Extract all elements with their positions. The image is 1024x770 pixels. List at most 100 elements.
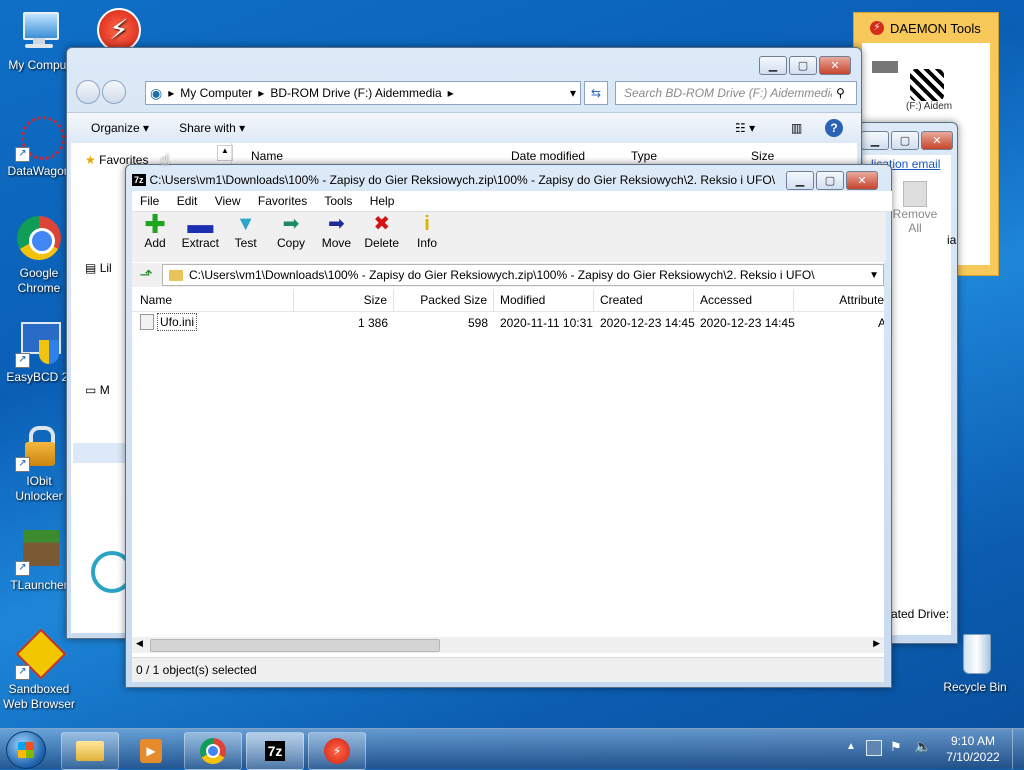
file-list-header: Name Size Packed Size Modified Created A… — [132, 289, 884, 312]
column-header-name[interactable]: Name — [251, 149, 283, 163]
breadcrumb-drive[interactable]: BD-ROM Drive (F:) Aidemmedia — [270, 86, 441, 100]
delete-button[interactable]: ✖ Delete — [361, 212, 403, 250]
column-header-size[interactable]: Size — [751, 149, 774, 163]
scroll-left-icon[interactable]: ◀ — [136, 638, 143, 649]
menu-edit[interactable]: Edit — [177, 194, 198, 208]
minimize-button[interactable]: ▁ — [786, 171, 814, 190]
address-dropdown-icon[interactable]: ▾ — [570, 86, 576, 100]
desktop-icon-label: TLauncher — [10, 578, 68, 592]
maximize-button[interactable]: ▢ — [816, 171, 844, 190]
add-button[interactable]: ✚ Add — [134, 211, 176, 250]
taskbar-media-player-button[interactable]: ▶ — [122, 732, 180, 770]
nav-libraries[interactable]: ▤ Lil — [85, 261, 112, 275]
share-with-button[interactable]: Share with ▾ — [179, 121, 245, 135]
column-header-type[interactable]: Type — [631, 149, 657, 163]
close-button[interactable]: ✕ — [846, 171, 878, 190]
close-button[interactable]: ✕ — [921, 131, 953, 150]
help-icon[interactable]: ? — [825, 119, 843, 137]
nav-computer[interactable]: ▭ M — [85, 383, 110, 397]
menu-favorites[interactable]: Favorites — [258, 194, 307, 208]
desktop-icon-easybcd[interactable]: ↗ EasyBCD 2. — [2, 320, 76, 385]
extract-button[interactable]: ▬ Extract — [179, 211, 221, 250]
view-options-icon[interactable]: ☷ ▾ — [735, 121, 755, 135]
desktop-icon-iobit-unlocker[interactable]: ↗ IObit Unlocker — [2, 424, 76, 504]
menu-tools[interactable]: Tools — [324, 194, 352, 208]
table-row[interactable]: Ufo.ini 1 386 598 2020-11-11 10:31 2020-… — [132, 313, 884, 333]
info-button[interactable]: i Info — [406, 212, 448, 250]
back-button[interactable] — [76, 80, 100, 104]
desktop-icon-my-computer[interactable]: My Comput — [2, 8, 76, 73]
column-header-attributes[interactable]: Attribute — [794, 289, 884, 311]
shortcut-arrow-icon: ↗ — [15, 665, 30, 680]
mounted-image-icon[interactable] — [910, 69, 944, 101]
scroll-right-icon[interactable]: ▶ — [873, 638, 880, 649]
show-desktop-button[interactable] — [1012, 729, 1024, 769]
up-folder-button[interactable]: ⬏ — [136, 265, 156, 285]
close-button[interactable]: ✕ — [819, 56, 851, 75]
menu-view[interactable]: View — [215, 194, 241, 208]
nav-scroll-up[interactable]: ▲ — [217, 145, 233, 161]
action-center-icon[interactable]: ⚑ — [890, 739, 902, 755]
scrollbar-thumb[interactable] — [150, 639, 440, 652]
virtual-drive-icon[interactable] — [872, 61, 898, 73]
shortcut-arrow-icon: ↗ — [15, 457, 30, 472]
partial-text: ia — [947, 233, 957, 247]
move-button[interactable]: ➡ Move — [315, 212, 357, 250]
search-input[interactable]: Search BD-ROM Drive (F:) Aidemmedia ⚲ — [615, 81, 857, 105]
desktop-icon-label: Sandboxed Web Browser — [3, 682, 75, 711]
taskbar: ▶ 7z ⚡ ▲ ⚑ 🔈 9:10 AM 7/10/2022 — [0, 728, 1024, 770]
horizontal-scrollbar[interactable]: ◀ ▶ — [132, 637, 884, 653]
desktop-icon-sandboxed-browser[interactable]: ↗ Sandboxed Web Browser — [2, 628, 76, 712]
file-name-cell[interactable]: Ufo.ini — [140, 313, 198, 331]
network-icon[interactable] — [866, 740, 882, 756]
organize-button[interactable]: Organize ▾ — [91, 121, 149, 135]
copy-button[interactable]: ➡ Copy — [270, 212, 312, 250]
taskbar-explorer-button[interactable] — [61, 732, 119, 770]
refresh-button[interactable]: ⇆ — [584, 81, 608, 105]
daemon-tools-logo-icon: ⚡ — [870, 21, 884, 35]
desktop-icon-datawagon[interactable]: ↗ DataWagon — [2, 114, 76, 179]
breadcrumb-my-computer[interactable]: My Computer — [180, 86, 252, 100]
maximize-button[interactable]: ▢ — [891, 131, 919, 150]
tray-overflow-icon[interactable]: ▲ — [846, 741, 856, 752]
window-title: C:\Users\vm1\Downloads\100% - Zapisy do … — [149, 173, 776, 187]
column-header-accessed[interactable]: Accessed — [694, 289, 794, 311]
address-bar[interactable]: ◉ ▸ My Computer ▸ BD-ROM Drive (F:) Aide… — [145, 81, 581, 105]
preview-pane-icon[interactable]: ▥ — [791, 121, 802, 135]
menu-file[interactable]: File — [140, 194, 159, 208]
column-header-name[interactable]: Name — [134, 289, 294, 311]
taskbar-daemon-tools-button[interactable]: ⚡ — [308, 732, 366, 770]
forward-button[interactable] — [102, 80, 126, 104]
desktop-icon-tlauncher[interactable]: ↗ TLauncher — [2, 528, 76, 593]
column-header-size[interactable]: Size — [294, 289, 394, 311]
menu-help[interactable]: Help — [370, 194, 395, 208]
minimize-button[interactable]: ▁ — [759, 56, 787, 75]
column-header-packed-size[interactable]: Packed Size — [394, 289, 494, 311]
clock[interactable]: 9:10 AM 7/10/2022 — [940, 733, 1006, 765]
file-modified-cell: 2020-11-11 10:31 — [500, 316, 593, 330]
tlauncher-icon: ↗ — [15, 528, 63, 576]
taskbar-chrome-button[interactable] — [184, 732, 242, 770]
daemon-tools-header: ⚡ DAEMON Tools — [854, 13, 998, 43]
test-button[interactable]: ▼ Test — [225, 212, 267, 250]
maximize-button[interactable]: ▢ — [789, 56, 817, 75]
file-created-cell: 2020-12-23 14:45 — [600, 316, 695, 330]
minimize-button[interactable]: ▁ — [861, 131, 889, 150]
datawagon-icon: ↗ — [15, 114, 65, 162]
column-header-created[interactable]: Created — [594, 289, 694, 311]
volume-icon[interactable]: 🔈 — [914, 738, 931, 755]
desktop-icon-google-chrome[interactable]: Google Chrome — [2, 216, 76, 296]
copy-arrow-icon: ➡ — [282, 213, 300, 235]
breadcrumb-separator-icon: ▸ — [168, 86, 175, 100]
computer-small-icon: ▭ — [85, 383, 97, 397]
path-dropdown-icon[interactable]: ▼ — [869, 270, 879, 281]
column-header-modified[interactable]: Modified — [494, 289, 594, 311]
remove-all-button[interactable]: Remove All — [885, 181, 945, 235]
column-header-date[interactable]: Date modified — [511, 149, 585, 163]
nav-drive-selected[interactable] — [73, 443, 133, 463]
taskbar-7zip-button[interactable]: 7z — [246, 732, 304, 770]
path-combobox[interactable]: C:\Users\vm1\Downloads\100% - Zapisy do … — [162, 264, 884, 286]
start-button[interactable] — [6, 731, 46, 769]
sandbox-icon: ↗ — [15, 628, 67, 680]
chrome-icon — [200, 738, 226, 764]
